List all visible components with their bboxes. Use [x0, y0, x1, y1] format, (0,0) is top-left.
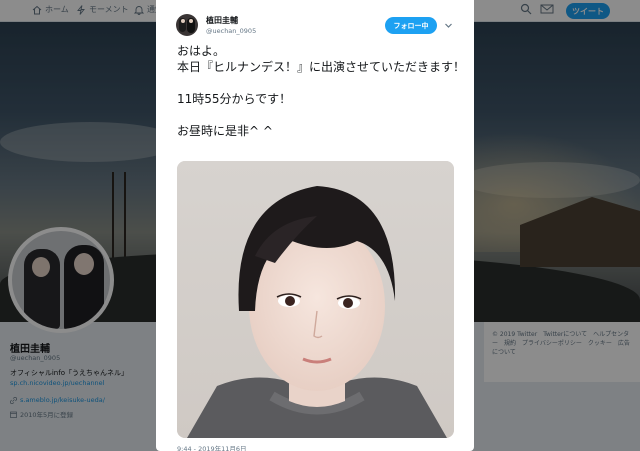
chevron-down-icon[interactable] — [444, 21, 453, 30]
tweet-photo-portrait — [177, 161, 454, 438]
tweet-author-name[interactable]: 植田圭輔 — [206, 15, 238, 26]
tweet-author-avatar[interactable] — [176, 14, 198, 36]
tweet-text: おはよ。 本日『ヒルナンデス！』に出演させていただきます！ 11時55分からです… — [177, 44, 466, 138]
following-button[interactable]: フォロー中 — [385, 17, 437, 34]
tweet-photo[interactable] — [177, 161, 454, 438]
tweet-author-handle[interactable]: @uechan_0905 — [206, 27, 256, 35]
tweet-timestamp[interactable]: 9:44 - 2019年11月6日 — [177, 443, 247, 451]
